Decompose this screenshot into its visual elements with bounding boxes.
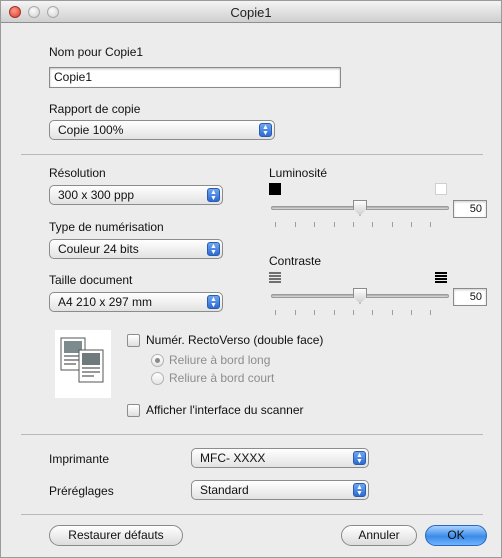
up-down-arrows-icon: ▲ ▼ xyxy=(259,123,272,137)
printer-label: Imprimante xyxy=(49,452,110,466)
scan-type-label: Type de numérisation xyxy=(49,220,164,234)
restore-defaults-button[interactable]: Restaurer défauts xyxy=(49,525,183,546)
scan-type-value: Couleur 24 bits xyxy=(58,242,139,256)
copy-ratio-value: Copie 100% xyxy=(58,123,124,137)
up-down-arrows-icon: ▲ ▼ xyxy=(207,295,220,309)
duplex-document-icon xyxy=(55,330,111,398)
high-contrast-lines-icon xyxy=(435,272,447,283)
presets-label: Préréglages xyxy=(49,484,114,498)
resolution-popup[interactable]: 300 x 300 ppp ▲ ▼ xyxy=(49,185,223,205)
document-size-label: Taille document xyxy=(49,273,133,287)
brightness-slider-thumb[interactable] xyxy=(353,200,367,216)
radio-long-edge-label: Reliure à bord long xyxy=(169,353,271,367)
brightness-label: Luminosité xyxy=(269,166,328,180)
contrast-ticks xyxy=(271,310,449,316)
presets-popup[interactable]: Standard ▲ ▼ xyxy=(191,480,369,500)
document-size-popup[interactable]: A4 210 x 297 mm ▲ ▼ xyxy=(49,292,223,312)
brightness-ticks xyxy=(271,222,449,228)
name-field[interactable]: Copie1 xyxy=(49,67,341,88)
presets-value: Standard xyxy=(200,483,249,497)
duplex-label: Numér. RectoVerso (double face) xyxy=(146,333,324,347)
black-square-icon xyxy=(269,183,281,195)
low-contrast-lines-icon xyxy=(269,272,281,283)
contrast-value-field[interactable]: 50 xyxy=(453,288,487,306)
copy-settings-dialog: Copie1 Nom pour Copie1 Copie1 Rapport de… xyxy=(0,0,502,558)
contrast-slider-thumb[interactable] xyxy=(353,288,367,304)
document-size-value: A4 210 x 297 mm xyxy=(58,295,153,309)
divider xyxy=(21,514,483,515)
scan-type-popup[interactable]: Couleur 24 bits ▲ ▼ xyxy=(49,239,223,259)
cancel-button[interactable]: Annuler xyxy=(341,525,417,546)
duplex-checkbox[interactable] xyxy=(127,334,140,347)
radio-short-edge[interactable] xyxy=(151,372,164,385)
up-down-arrows-icon: ▲ ▼ xyxy=(207,188,220,202)
up-down-arrows-icon: ▲ ▼ xyxy=(207,242,220,256)
resolution-label: Résolution xyxy=(49,166,106,180)
printer-value: MFC- XXXX xyxy=(200,451,266,465)
copy-ratio-popup[interactable]: Copie 100% ▲ ▼ xyxy=(49,120,275,140)
show-scanner-interface-label: Afficher l'interface du scanner xyxy=(146,403,304,417)
ok-button[interactable]: OK xyxy=(425,525,487,546)
up-down-arrows-icon: ▲ ▼ xyxy=(353,483,366,497)
resolution-value: 300 x 300 ppp xyxy=(58,188,135,202)
printer-popup[interactable]: MFC- XXXX ▲ ▼ xyxy=(191,448,369,468)
title-bar[interactable]: Copie1 xyxy=(1,1,501,23)
window-title: Copie1 xyxy=(230,5,272,20)
contrast-label: Contraste xyxy=(269,254,322,268)
divider xyxy=(21,154,483,155)
up-down-arrows-icon: ▲ ▼ xyxy=(353,451,366,465)
name-label: Nom pour Copie1 xyxy=(49,45,144,59)
radio-short-edge-label: Reliure à bord court xyxy=(169,371,275,385)
copy-ratio-label: Rapport de copie xyxy=(49,102,141,116)
show-scanner-interface-checkbox[interactable] xyxy=(127,404,140,417)
radio-long-edge[interactable] xyxy=(151,354,164,367)
divider xyxy=(21,434,483,435)
brightness-value-field[interactable]: 50 xyxy=(453,200,487,218)
white-square-icon xyxy=(435,183,447,195)
